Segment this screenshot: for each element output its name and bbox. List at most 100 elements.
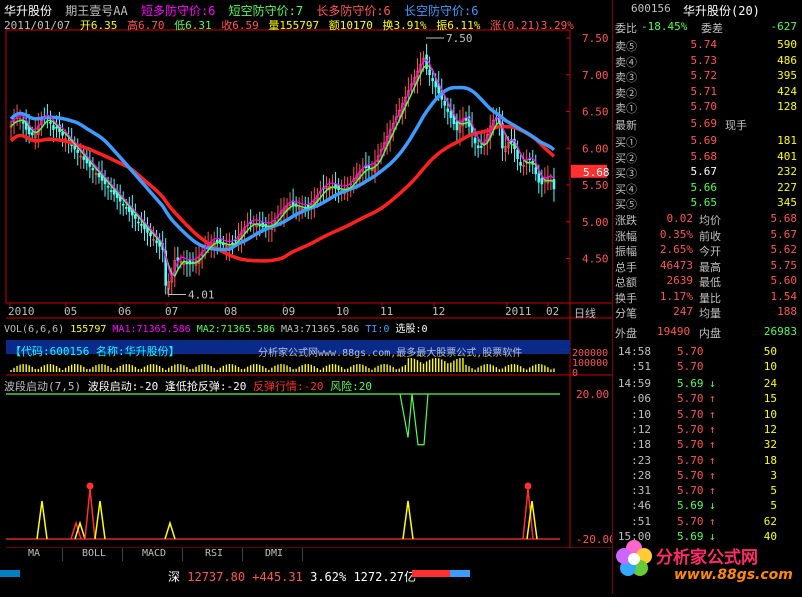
low-annot-label: 4.01 xyxy=(188,289,215,302)
bar-turnover: 换3.91% xyxy=(382,19,427,32)
up-arrow-icon: ↑ xyxy=(709,453,716,467)
month-label: 12 xyxy=(432,305,445,318)
stat-value2: 5.60 xyxy=(770,274,798,287)
bar-close: 收6.59 xyxy=(221,19,259,32)
stat-label: 分笔 xyxy=(615,307,637,320)
bid-volume: 401 xyxy=(777,149,797,163)
vol-ti: TI:0 xyxy=(365,324,390,335)
tick-volume: 10 xyxy=(763,407,777,421)
stat-label2: 均量 xyxy=(699,307,721,320)
candle-body xyxy=(155,240,158,244)
candle-body xyxy=(449,111,453,118)
tick-row: :51 5.70 10 xyxy=(613,360,801,375)
ask-label: 卖⑤ xyxy=(615,40,637,53)
candle-body xyxy=(140,223,143,226)
tick-row: :10 5.70 10 ↑ xyxy=(613,408,801,423)
ask-label: 卖④ xyxy=(615,55,637,69)
stat-value: 0.35% xyxy=(659,227,693,241)
bar-low: 低6.31 xyxy=(174,19,212,32)
tab-boll[interactable]: BOLL xyxy=(66,548,123,561)
tab-rsi[interactable]: RSI xyxy=(186,548,243,561)
vol-ma3: MA3:71365.586 xyxy=(281,324,360,335)
signal-spike xyxy=(164,520,176,540)
tick-volume: 50 xyxy=(763,345,777,358)
tick-time: :23 xyxy=(631,453,651,467)
tick-volume: 12 xyxy=(763,422,777,436)
up-arrow-icon: ↑ xyxy=(709,422,716,436)
up-arrow-icon: ↑ xyxy=(709,468,716,482)
tick-volume: 24 xyxy=(763,377,777,390)
quote-name: 华升股份(20) xyxy=(683,4,760,18)
candle-body xyxy=(97,173,101,178)
candle-body xyxy=(306,204,310,208)
ask-row: 卖③ 5.72 395 xyxy=(613,69,801,84)
signal-spike xyxy=(84,488,96,540)
bid-volume: 227 xyxy=(777,180,797,194)
ask-label: 卖① xyxy=(615,102,637,115)
month-label: 07 xyxy=(165,305,178,318)
stat-row: 涨跌 0.02 均价 5.68 xyxy=(613,212,801,227)
tick-price: 5.70 xyxy=(677,392,704,406)
candle-body xyxy=(149,232,152,237)
tick-price: 5.70 xyxy=(677,514,704,528)
outer-inner-row: 外盘 19490 内盘 26983 xyxy=(613,325,801,340)
signal-dot xyxy=(524,482,532,490)
period-label[interactable]: 日线 xyxy=(574,305,596,321)
status-bar: 深 12737.80 +445.31 3.62% 1272.27亿 xyxy=(0,566,612,594)
ask-label: 卖③ xyxy=(615,71,637,84)
bid-row: 买① 5.69 181 xyxy=(613,134,801,149)
candle-body xyxy=(519,162,522,166)
ask-row: 卖④ 5.73 486 xyxy=(613,54,801,69)
chart-svg[interactable]: 7.50 7.00 6.50 6.00 5.50 5.00 4.50 5.68 2010 05 06… xyxy=(0,0,616,594)
stat-value: 0.02 xyxy=(666,212,694,225)
tick-row: 14:58 5.70 50 xyxy=(613,345,801,360)
up-arrow-icon: ↑ xyxy=(709,392,716,406)
signal-spike xyxy=(402,500,414,540)
tick-row: :28 5.70 3 ↑ xyxy=(613,469,801,484)
tick-volume: 5 xyxy=(770,499,777,513)
tab-ma[interactable]: MA xyxy=(6,548,63,561)
bid-price: 5.65 xyxy=(690,196,718,209)
short-long-defense: 短多防守价:6 xyxy=(140,4,216,18)
up-arrow-icon: ↑ xyxy=(709,438,716,452)
candle-body xyxy=(134,214,137,219)
tick-time: :51 xyxy=(631,360,651,373)
rise-bar xyxy=(412,570,450,577)
tab-dmi[interactable]: DMI xyxy=(246,548,303,561)
signal-spike xyxy=(36,500,48,540)
index-value: 12737.80 xyxy=(187,570,246,584)
tick-row: :06 5.70 15 ↑ xyxy=(613,392,801,407)
bar-high: 高6.70 xyxy=(126,19,165,32)
stat-value: 46473 xyxy=(659,258,693,272)
candle-body xyxy=(76,149,80,153)
candle-body xyxy=(431,78,434,82)
webi-row: 委比 -18.45% 委差 -627 xyxy=(613,20,801,35)
tick-row: :46 5.69 5 ↓ xyxy=(613,499,801,514)
stat-row: 振幅 2.65% 今开 5.62 xyxy=(613,243,801,258)
chart-area[interactable]: 7.50 7.00 6.50 6.00 5.50 5.00 4.50 5.68 2010 05 06… xyxy=(0,0,616,594)
vol-pick: 选股:0 xyxy=(395,324,428,335)
tick-price: 5.70 xyxy=(677,438,704,452)
bid-price: 5.69 xyxy=(690,134,718,147)
price-tick-label: 7.00 xyxy=(582,69,609,82)
bid-row: 买② 5.68 401 xyxy=(613,150,801,165)
last-row: 最新 5.69 现手 xyxy=(613,117,801,132)
stat-label2: 最低 xyxy=(699,276,721,289)
tab-macd[interactable]: MACD xyxy=(126,548,183,561)
candle-body xyxy=(21,121,25,124)
tick-row: :12 5.70 12 ↑ xyxy=(613,423,801,438)
candle-body xyxy=(446,108,450,112)
tick-time: :12 xyxy=(631,422,651,436)
weicha-label: 委差 xyxy=(701,22,723,35)
tick-row: :31 5.70 5 ↑ xyxy=(613,484,801,499)
candle-body xyxy=(367,165,371,169)
outer-label: 外盘 xyxy=(615,327,637,340)
bid-volume: 345 xyxy=(777,196,797,209)
candle-body xyxy=(537,173,541,183)
quote-title: 600156 华升股份(20) xyxy=(613,2,801,18)
long-short-defense: 长空防守价:6 xyxy=(404,4,479,18)
ind-tick-label: 20.00 xyxy=(576,388,609,401)
ask-row: 卖② 5.71 424 xyxy=(613,85,801,100)
candle-body xyxy=(434,81,437,88)
candle-body xyxy=(476,145,480,148)
